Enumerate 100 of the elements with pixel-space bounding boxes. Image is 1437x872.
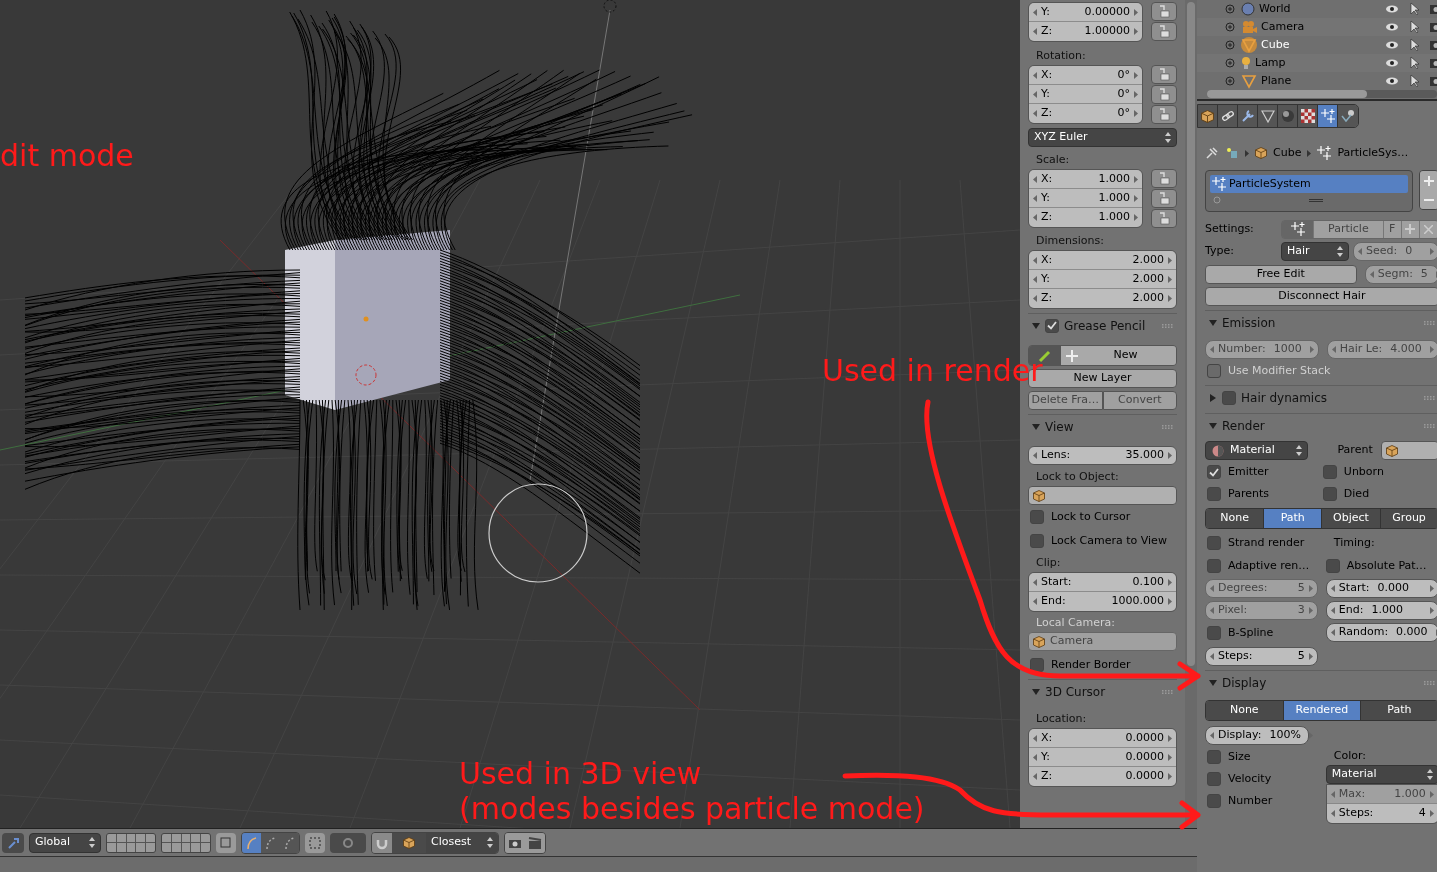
button[interactable]: Disconnect Hair	[1205, 287, 1437, 306]
fake-user-button[interactable]: F	[1383, 220, 1402, 238]
dropdown[interactable]: Closest	[426, 832, 498, 853]
checkbox[interactable]	[1207, 794, 1221, 808]
properties-tab[interactable]	[1258, 105, 1278, 127]
checkbox[interactable]	[1207, 465, 1221, 479]
button[interactable]: Free Edit	[1205, 265, 1357, 284]
button[interactable]: Convert	[1102, 391, 1177, 410]
toggle-tab[interactable]: Path	[1264, 509, 1323, 528]
dropdown[interactable]: Material	[1325, 765, 1437, 784]
dropdown[interactable]: Global	[29, 832, 101, 853]
number-field[interactable]: Z: 0.0000	[1029, 767, 1176, 786]
toggle-tab[interactable]: None	[1206, 509, 1265, 528]
checkbox[interactable]	[1045, 318, 1059, 333]
checkbox[interactable]	[1207, 750, 1221, 764]
number-field[interactable]: Y: 1.000	[1029, 189, 1142, 208]
panel-title[interactable]: Grease Pencil	[1064, 316, 1146, 335]
snap-element-dropdown[interactable]	[392, 832, 426, 853]
proportional-dropdown[interactable]	[330, 832, 366, 853]
number-field[interactable]: X: 2.000	[1029, 251, 1176, 270]
checkbox[interactable]	[1030, 658, 1044, 672]
add-button[interactable]	[1419, 171, 1437, 190]
settings-dropdown[interactable]	[1282, 220, 1314, 238]
number-field[interactable]: Z: 0°	[1029, 104, 1142, 123]
render-button[interactable]	[505, 832, 525, 853]
properties-tab[interactable]	[1238, 105, 1258, 127]
expanded-triangle-icon[interactable]	[1209, 421, 1217, 430]
lock-button[interactable]	[1151, 105, 1177, 124]
checkbox[interactable]	[1207, 536, 1221, 550]
button[interactable]: Delete Fra…	[1028, 391, 1103, 410]
layer-grid[interactable]	[161, 832, 211, 853]
magnet-button[interactable]	[372, 832, 392, 853]
expanded-triangle-icon[interactable]	[1209, 678, 1217, 687]
lock-button[interactable]	[1151, 169, 1177, 188]
breadcrumb-item[interactable]: Cube	[1273, 144, 1302, 162]
lock-button[interactable]	[1151, 65, 1177, 84]
select-mode-button[interactable]	[280, 832, 299, 853]
checkbox[interactable]	[1030, 534, 1044, 548]
number-field[interactable]: Y: 2.000	[1029, 270, 1176, 289]
toggle-button[interactable]	[216, 832, 236, 853]
toggle-tab[interactable]: Group	[1380, 509, 1437, 528]
lock-button[interactable]	[1151, 209, 1177, 228]
panel-title[interactable]: View	[1045, 417, 1074, 436]
properties-tab[interactable]	[1278, 105, 1298, 127]
number-field[interactable]: End: 1.000	[1325, 601, 1437, 620]
number-field[interactable]: X: 0.0000	[1029, 729, 1176, 748]
checkbox[interactable]	[1322, 487, 1337, 501]
horizontal-scrollbar-thumb[interactable]	[1207, 90, 1367, 98]
number-field[interactable]: End: 1000.000	[1029, 592, 1176, 611]
checkbox[interactable]	[1207, 559, 1221, 573]
checkbox[interactable]	[1207, 626, 1221, 640]
number-field[interactable]: Y: 0.00000	[1029, 3, 1142, 22]
dropdown[interactable]: XYZ Euler	[1028, 128, 1177, 147]
panel-title[interactable]: Emission	[1222, 313, 1276, 332]
properties-tab[interactable]	[1298, 105, 1318, 127]
collapsed-triangle-icon[interactable]	[1209, 393, 1217, 402]
properties-tab[interactable]	[1338, 105, 1358, 127]
number-field[interactable]: Start: 0.100	[1029, 573, 1176, 592]
number-field[interactable]: Z: 2.000	[1029, 289, 1176, 308]
outliner-item[interactable]: Plane	[1261, 72, 1292, 90]
toggle-tab[interactable]: Object	[1322, 509, 1381, 528]
number-field[interactable]: Y: 0.0000	[1029, 748, 1176, 767]
number-field[interactable]: X: 1.000	[1029, 170, 1142, 189]
lock-button[interactable]	[1151, 189, 1177, 208]
checkbox[interactable]	[1207, 772, 1221, 786]
number-field[interactable]: X: 0°	[1029, 66, 1142, 85]
number-field[interactable]: Steps: 4	[1326, 804, 1437, 823]
camera-field[interactable]: Camera	[1028, 632, 1177, 651]
resize-handle[interactable]	[1308, 198, 1323, 202]
number-field[interactable]: Random: 0.000	[1325, 623, 1437, 642]
toggle-tab[interactable]: Rendered	[1283, 701, 1362, 720]
toggle-button[interactable]	[305, 832, 325, 853]
properties-tab[interactable]	[1318, 105, 1338, 127]
layer-grid[interactable]	[106, 832, 156, 853]
number-field[interactable]: Y: 0°	[1029, 85, 1142, 104]
list-item[interactable]: ParticleSystem	[1210, 175, 1408, 193]
outliner-item[interactable]: Camera	[1261, 18, 1305, 36]
checkbox[interactable]	[1322, 465, 1337, 479]
remove-button[interactable]	[1419, 190, 1437, 209]
lock-button[interactable]	[1151, 2, 1177, 21]
number-field[interactable]: Z: 1.000	[1029, 208, 1142, 227]
breadcrumb-item[interactable]: ParticleSys…	[1337, 144, 1409, 162]
expanded-triangle-icon[interactable]	[1032, 687, 1040, 696]
dropdown[interactable]: Material	[1205, 441, 1308, 460]
parent-field[interactable]	[1380, 441, 1437, 460]
pivot-button[interactable]	[2, 832, 24, 853]
checkbox[interactable]	[1222, 390, 1236, 405]
new-button[interactable]: New	[1061, 346, 1176, 365]
outliner-item[interactable]: World	[1259, 0, 1291, 18]
select-mode-button[interactable]	[261, 832, 280, 853]
expanded-triangle-icon[interactable]	[1032, 422, 1040, 431]
toggle-tab[interactable]: None	[1206, 701, 1284, 720]
panel-title[interactable]: 3D Cursor	[1045, 682, 1106, 701]
checkbox[interactable]	[1030, 510, 1044, 524]
checkbox[interactable]	[1325, 559, 1340, 573]
panel-title[interactable]: Render	[1222, 416, 1265, 435]
outliner-item[interactable]: Lamp	[1255, 54, 1286, 72]
number-field[interactable]: Steps: 5	[1205, 647, 1318, 666]
lock-button[interactable]	[1151, 85, 1177, 104]
lock-button[interactable]	[1151, 22, 1177, 41]
